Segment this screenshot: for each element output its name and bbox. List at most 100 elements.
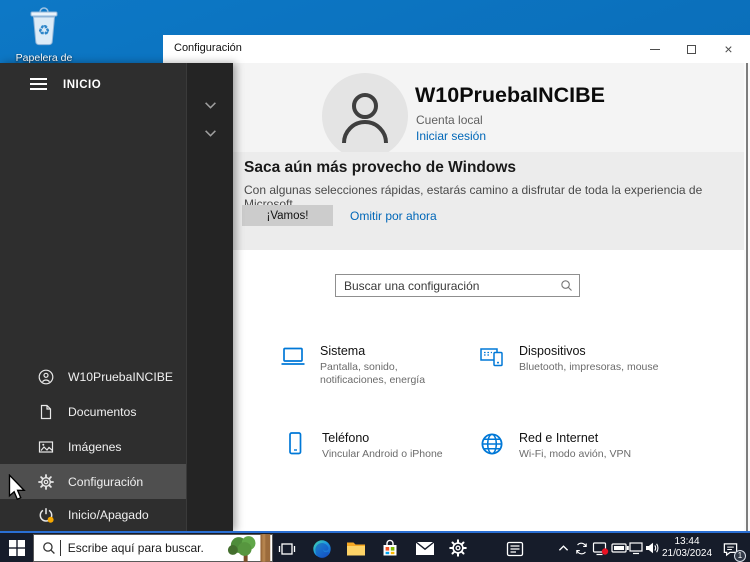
promo-banner: Saca aún más provecho de Windows Con alg… bbox=[163, 152, 744, 250]
folder-icon bbox=[346, 541, 366, 557]
tile-title: Sistema bbox=[320, 344, 452, 358]
desktop: { "desktop": { "recycle_bin_label": "Pap… bbox=[0, 0, 750, 562]
news-widget-button[interactable] bbox=[505, 539, 525, 559]
edge-button[interactable] bbox=[311, 538, 333, 560]
laptop-icon bbox=[278, 344, 308, 370]
minimize-icon bbox=[650, 49, 660, 50]
window-scrollbar[interactable] bbox=[744, 63, 750, 531]
settings-hero-section: W10PruebaINCIBE Cuenta local Iniciar ses… bbox=[163, 63, 744, 250]
image-icon bbox=[38, 439, 54, 455]
task-view-icon bbox=[278, 540, 296, 558]
search-icon bbox=[560, 279, 573, 292]
taskbar: 13:44 21/03/2024 1 bbox=[0, 531, 750, 562]
action-center-button[interactable]: 1 bbox=[719, 539, 741, 559]
task-view-button[interactable] bbox=[277, 539, 297, 559]
settings-search bbox=[335, 274, 580, 297]
settings-titlebar[interactable]: Configuración × bbox=[163, 35, 750, 63]
start-item-user[interactable]: W10PruebaINCIBE bbox=[0, 359, 186, 394]
start-item-label: Imágenes bbox=[68, 440, 122, 454]
maximize-button[interactable] bbox=[673, 35, 710, 63]
gear-icon bbox=[449, 539, 467, 557]
document-icon bbox=[38, 404, 54, 420]
mail-icon bbox=[415, 541, 435, 556]
window-controls: × bbox=[636, 35, 747, 63]
phone-icon bbox=[280, 431, 310, 457]
devices-icon bbox=[477, 344, 507, 370]
tile-subtitle: Vincular Android o iPhone bbox=[322, 448, 443, 461]
news-icon bbox=[506, 540, 524, 558]
start-menu-header: INICIO bbox=[63, 79, 101, 91]
account-type: Cuenta local bbox=[416, 113, 483, 127]
mail-button[interactable] bbox=[414, 540, 436, 557]
chevron-up-icon bbox=[558, 544, 569, 552]
user-icon bbox=[38, 369, 54, 385]
close-icon: × bbox=[724, 42, 732, 56]
account-name: W10PruebaINCIBE bbox=[415, 83, 605, 108]
settings-taskbar-button[interactable] bbox=[448, 538, 468, 558]
maximize-icon bbox=[687, 45, 696, 54]
start-item-pictures[interactable]: Imágenes bbox=[0, 429, 186, 464]
network-icon bbox=[628, 541, 644, 555]
tile-title: Teléfono bbox=[322, 431, 443, 445]
gear-icon bbox=[38, 474, 54, 490]
tile-dispositivos[interactable]: Dispositivos Bluetooth, impresoras, mous… bbox=[477, 344, 667, 374]
recycle-bin-icon: ♻ bbox=[26, 6, 62, 46]
start-button[interactable] bbox=[4, 536, 30, 560]
clock-date: 21/03/2024 bbox=[658, 548, 716, 560]
search-icon bbox=[42, 541, 56, 555]
start-item-power[interactable]: Inicio/Apagado bbox=[0, 499, 186, 531]
sign-in-link[interactable]: Iniciar sesión bbox=[416, 129, 486, 143]
start-item-label: Inicio/Apagado bbox=[68, 508, 149, 522]
promo-heading: Saca aún más provecho de Windows bbox=[244, 159, 516, 177]
store-icon bbox=[381, 539, 399, 557]
tile-title: Dispositivos bbox=[519, 344, 658, 358]
close-button[interactable]: × bbox=[710, 35, 747, 63]
edge-icon bbox=[312, 539, 332, 559]
clock-time: 13:44 bbox=[658, 536, 716, 548]
globe-icon bbox=[477, 431, 507, 457]
svg-text:♻: ♻ bbox=[38, 22, 51, 38]
tile-subtitle: Pantalla, sonido, notificaciones, energí… bbox=[320, 361, 452, 387]
update-pending-badge bbox=[48, 517, 54, 523]
start-tiles-panel bbox=[186, 63, 233, 531]
window-title: Configuración bbox=[174, 42, 242, 54]
security-alert-icon bbox=[592, 540, 609, 557]
search-highlight-tree-image[interactable] bbox=[223, 534, 272, 562]
start-item-settings[interactable]: Configuración bbox=[0, 464, 186, 499]
settings-search-input[interactable] bbox=[335, 274, 580, 297]
tile-sistema[interactable]: Sistema Pantalla, sonido, notificaciones… bbox=[278, 344, 468, 387]
store-button[interactable] bbox=[380, 538, 400, 558]
tile-subtitle: Bluetooth, impresoras, mouse bbox=[519, 361, 658, 374]
taskbar-clock[interactable]: 13:44 21/03/2024 bbox=[658, 536, 716, 560]
tile-title: Red e Internet bbox=[519, 431, 631, 445]
minimize-button[interactable] bbox=[636, 35, 673, 63]
taskbar-search-input[interactable] bbox=[61, 541, 223, 555]
notification-count-badge: 1 bbox=[734, 550, 746, 562]
start-item-label: Configuración bbox=[68, 475, 143, 489]
start-item-label: Documentos bbox=[68, 405, 136, 419]
chevron-down-icon[interactable] bbox=[204, 101, 217, 110]
tile-red-internet[interactable]: Red e Internet Wi-Fi, modo avión, VPN bbox=[477, 431, 667, 461]
windows-logo-icon bbox=[9, 540, 25, 556]
battery-icon bbox=[611, 543, 629, 553]
sync-icon bbox=[574, 541, 589, 556]
alert-dot bbox=[602, 548, 608, 554]
start-menu: INICIO W10PruebaINCIBE Documentos Imágen… bbox=[0, 63, 233, 531]
settings-window: Configuración × W10PruebaINCIBE Cuenta l… bbox=[163, 35, 750, 531]
start-item-documents[interactable]: Documentos bbox=[0, 394, 186, 429]
tile-telefono[interactable]: Teléfono Vincular Android o iPhone bbox=[280, 431, 470, 461]
skip-for-now-link[interactable]: Omitir por ahora bbox=[350, 209, 437, 223]
sync-tray-button[interactable] bbox=[573, 539, 590, 557]
scrollbar-thumb[interactable] bbox=[746, 63, 748, 531]
avatar bbox=[322, 73, 408, 159]
security-tray-button[interactable] bbox=[591, 539, 610, 557]
tile-subtitle: Wi-Fi, modo avión, VPN bbox=[519, 448, 631, 461]
tray-expand-button[interactable] bbox=[556, 542, 570, 554]
file-explorer-button[interactable] bbox=[345, 540, 367, 558]
power-icon bbox=[38, 507, 54, 523]
start-item-label: W10PruebaINCIBE bbox=[68, 370, 173, 384]
start-menu-expand-button[interactable] bbox=[30, 75, 52, 95]
taskbar-search bbox=[33, 534, 273, 562]
lets-go-button[interactable]: ¡Vamos! bbox=[242, 205, 333, 226]
chevron-down-icon[interactable] bbox=[204, 129, 217, 138]
